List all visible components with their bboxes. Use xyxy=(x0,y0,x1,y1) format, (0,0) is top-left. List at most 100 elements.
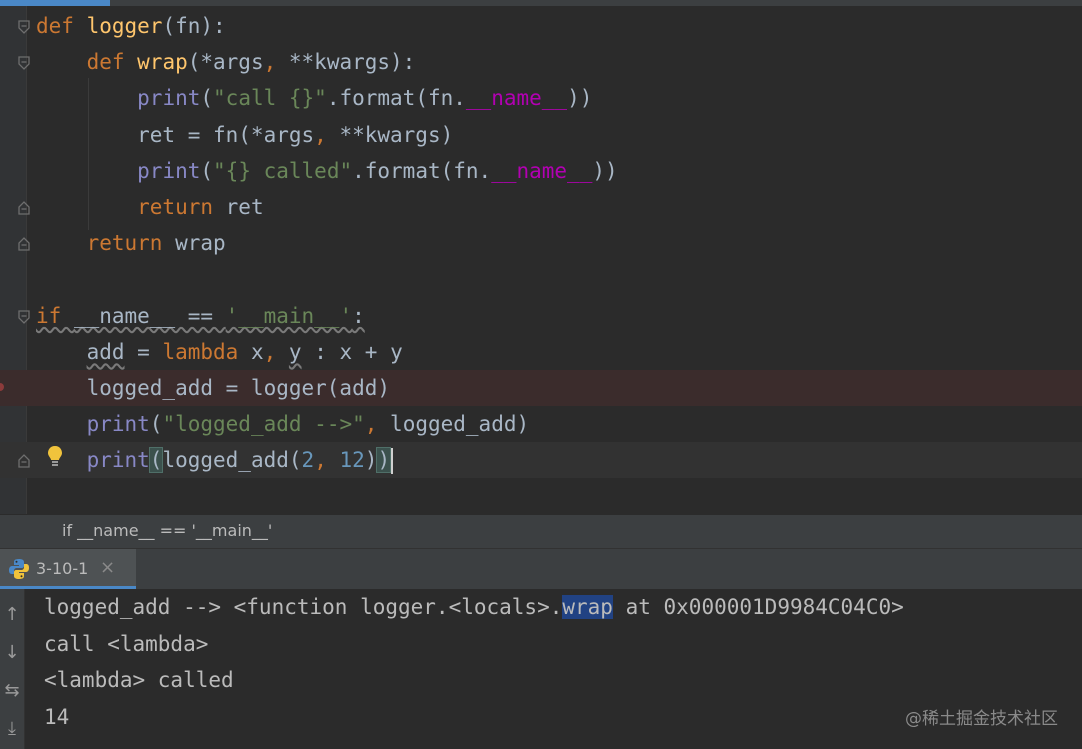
code-token: if xyxy=(36,303,74,328)
breakpoint-icon[interactable] xyxy=(0,383,4,391)
code-line[interactable]: return ret xyxy=(0,189,1082,225)
code-line[interactable]: def logger(fn): xyxy=(0,8,1082,44)
code-editor[interactable]: def logger(fn): def wrap(*args, **kwargs… xyxy=(0,0,1082,514)
code-token: ret xyxy=(225,195,264,219)
breadcrumb[interactable]: if __name__ == '__main__' xyxy=(62,521,272,540)
fold-end-icon[interactable] xyxy=(17,453,31,469)
code-line[interactable]: print("logged_add -->", logged_add) xyxy=(0,406,1082,442)
code-token: "{} called" xyxy=(213,158,353,183)
code-token: lambda xyxy=(162,339,251,364)
console-line[interactable]: <lambda> called xyxy=(44,662,234,698)
code-token: : xyxy=(352,303,365,328)
code-token: logged_add( xyxy=(162,448,302,473)
console-text: <lambda> called xyxy=(44,668,234,692)
code-token: .format(fn. xyxy=(326,86,466,111)
code-token: "call {}" xyxy=(213,86,327,111)
code-token: : x + y xyxy=(301,339,403,364)
code-line[interactable]: add = lambda x, y : x + y xyxy=(0,334,1082,370)
code-text[interactable]: print(logged_add(2, 12)) xyxy=(36,442,394,478)
code-text[interactable]: if __name__ == '__main__': xyxy=(36,298,365,334)
code-line[interactable]: print(logged_add(2, 12)) xyxy=(0,442,1082,479)
fold-collapse-icon[interactable] xyxy=(17,309,31,325)
code-line[interactable]: def wrap(*args, **kwargs): xyxy=(0,44,1082,80)
code-line[interactable]: print("{} called".format(fn.__name__)) xyxy=(0,153,1082,189)
code-token: 12 xyxy=(339,448,365,473)
code-token: ( xyxy=(200,158,214,183)
code-token: )) xyxy=(592,158,618,183)
code-token: print xyxy=(86,448,150,473)
code-token: print xyxy=(137,86,201,111)
text-caret xyxy=(391,448,394,475)
code-token: (fn): xyxy=(162,14,226,38)
code-token: logged_add) xyxy=(390,412,530,437)
console-line[interactable]: 14 xyxy=(44,699,69,735)
console-text: at 0x000001D9984C04C0> xyxy=(612,595,904,619)
console-line[interactable]: logged_add --> <function logger.<locals>… xyxy=(44,589,904,625)
code-token: , xyxy=(314,448,340,473)
run-tab[interactable]: 3-10-1 × xyxy=(0,549,136,589)
code-token: return xyxy=(36,231,176,256)
code-token: = xyxy=(124,339,163,364)
code-text[interactable]: print("call {}".format(fn.__name__)) xyxy=(36,80,592,116)
code-token: logged_add = logger(add) xyxy=(36,376,391,400)
code-token: '__main__' xyxy=(225,303,353,328)
watermark: @稀土掘金技术社区 xyxy=(905,709,1058,729)
code-token: __name__ == xyxy=(73,303,226,328)
code-token: __name__ xyxy=(491,158,593,183)
code-text[interactable]: def wrap(*args, **kwargs): xyxy=(36,44,416,80)
code-text[interactable]: add = lambda x, y : x + y xyxy=(36,334,403,370)
code-line[interactable]: ret = fn(*args, **kwargs) xyxy=(0,117,1082,153)
code-token: print xyxy=(86,412,150,437)
code-text[interactable]: print("logged_add -->", logged_add) xyxy=(36,406,530,442)
code-token: **kwargs) xyxy=(339,122,454,147)
code-token: "logged_add -->" xyxy=(162,412,365,437)
code-text[interactable]: return wrap xyxy=(36,225,226,261)
code-token: (*args xyxy=(187,50,264,75)
code-token: ) xyxy=(376,447,392,474)
code-token: , xyxy=(263,50,289,75)
soft-wrap-icon[interactable]: ⇆ xyxy=(0,679,24,703)
code-token: **kwargs): xyxy=(288,50,416,75)
code-line[interactable] xyxy=(0,261,1082,297)
fold-collapse-icon[interactable] xyxy=(17,55,31,71)
code-line[interactable]: if __name__ == '__main__': xyxy=(0,298,1082,334)
run-tab-label: 3-10-1 xyxy=(36,559,89,578)
console-text: 14 xyxy=(44,704,70,729)
fold-end-icon[interactable] xyxy=(17,200,31,216)
run-tool-window-tabs: 3-10-1 × xyxy=(0,548,1082,590)
up-arrow-icon[interactable]: ↑ xyxy=(0,603,24,627)
code-line[interactable]: print("call {}".format(fn.__name__)) xyxy=(0,80,1082,116)
code-token: ( xyxy=(149,412,163,437)
fold-collapse-icon[interactable] xyxy=(17,19,31,35)
code-token: def xyxy=(36,50,138,75)
code-token: return xyxy=(36,195,226,219)
selected-text[interactable]: wrap xyxy=(562,595,613,619)
close-icon[interactable]: × xyxy=(100,557,115,578)
code-text[interactable]: ret = fn(*args, **kwargs) xyxy=(36,117,453,153)
code-text[interactable]: return ret xyxy=(36,189,264,225)
code-token: )) xyxy=(567,86,593,111)
code-text[interactable]: logged_add = logger(add) xyxy=(36,370,390,406)
scroll-to-end-icon[interactable]: ⤓ xyxy=(0,717,24,741)
console-toolbar: ↑ ↓ ⇆ ⤓ xyxy=(0,589,25,749)
fold-end-icon[interactable] xyxy=(17,236,31,252)
down-arrow-icon[interactable]: ↓ xyxy=(0,641,24,665)
run-console[interactable]: ↑ ↓ ⇆ ⤓ logged_add --> <function logger.<lo… xyxy=(0,589,1082,749)
code-line[interactable]: logged_add = logger(add) xyxy=(0,370,1082,406)
python-icon xyxy=(9,559,29,579)
console-text: logged_add --> <function logger.<locals>… xyxy=(44,595,563,619)
code-token: print xyxy=(137,158,201,183)
code-token: x xyxy=(250,339,264,364)
code-token: wrap xyxy=(175,231,226,256)
code-token: , xyxy=(263,339,289,364)
code-token: ret = fn(*args xyxy=(36,122,315,147)
code-text[interactable]: def logger(fn): xyxy=(36,8,226,44)
lightbulb-icon[interactable] xyxy=(46,444,64,468)
code-token: , xyxy=(314,122,340,147)
console-line[interactable]: call <lambda> xyxy=(44,626,208,662)
code-text[interactable]: print("{} called".format(fn.__name__)) xyxy=(36,153,618,189)
code-line[interactable]: return wrap xyxy=(0,225,1082,261)
